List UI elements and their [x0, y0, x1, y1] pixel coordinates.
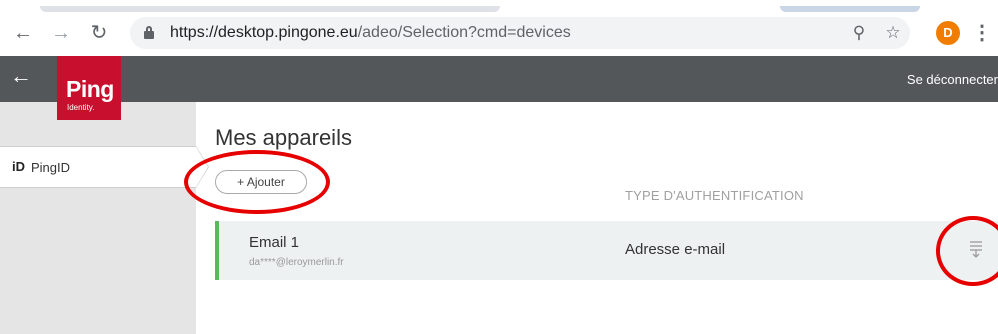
- app-header: ← Se déconnecter: [0, 56, 998, 102]
- bookmark-star-icon[interactable]: ☆: [882, 22, 904, 44]
- sidebar-item-pingid[interactable]: iD PingID: [0, 146, 209, 188]
- device-row[interactable]: Email 1 da****@leroymerlin.fr Adresse e-…: [215, 221, 998, 280]
- device-name: Email 1: [249, 234, 300, 251]
- address-bar[interactable]: https://desktop.pingone.eu/adeo/Selectio…: [130, 17, 910, 49]
- forward-arrow-icon[interactable]: →: [48, 20, 74, 46]
- logo-subtext: Identity.: [67, 103, 95, 112]
- lock-icon[interactable]: [144, 26, 154, 39]
- logo-text: Ping: [66, 76, 114, 102]
- reload-icon[interactable]: ↻: [86, 20, 112, 46]
- url-text[interactable]: https://desktop.pingone.eu/adeo/Selectio…: [170, 24, 571, 42]
- column-header-auth-type: TYPE D'AUTHENTIFICATION: [625, 188, 804, 203]
- zoom-icon[interactable]: ⚲: [848, 22, 870, 44]
- browser-menu-icon[interactable]: ⋮: [972, 20, 992, 46]
- tab-strip: [0, 0, 998, 12]
- url-host: https://desktop.pingone.eu: [170, 24, 358, 41]
- device-identifier: da****@leroymerlin.fr: [249, 257, 344, 268]
- pingid-icon: iD: [12, 159, 25, 174]
- url-path: /adeo/Selection?cmd=devices: [357, 24, 571, 41]
- page-title: Mes appareils: [215, 125, 352, 150]
- annotation-circle: [184, 150, 330, 214]
- device-auth-type: Adresse e-mail: [625, 241, 726, 258]
- browser-toolbar: ← → ↻ https://desktop.pingone.eu/adeo/Se…: [0, 12, 998, 56]
- ping-identity-logo: Ping Identity.: [57, 56, 121, 120]
- profile-avatar[interactable]: D: [936, 21, 960, 45]
- sidebar-item-label: PingID: [31, 160, 71, 175]
- back-arrow-icon[interactable]: ←: [10, 20, 36, 46]
- back-arrow-icon[interactable]: ←: [10, 64, 32, 88]
- sidebar: iD PingID: [0, 102, 209, 334]
- logout-link[interactable]: Se déconnecter: [907, 72, 998, 87]
